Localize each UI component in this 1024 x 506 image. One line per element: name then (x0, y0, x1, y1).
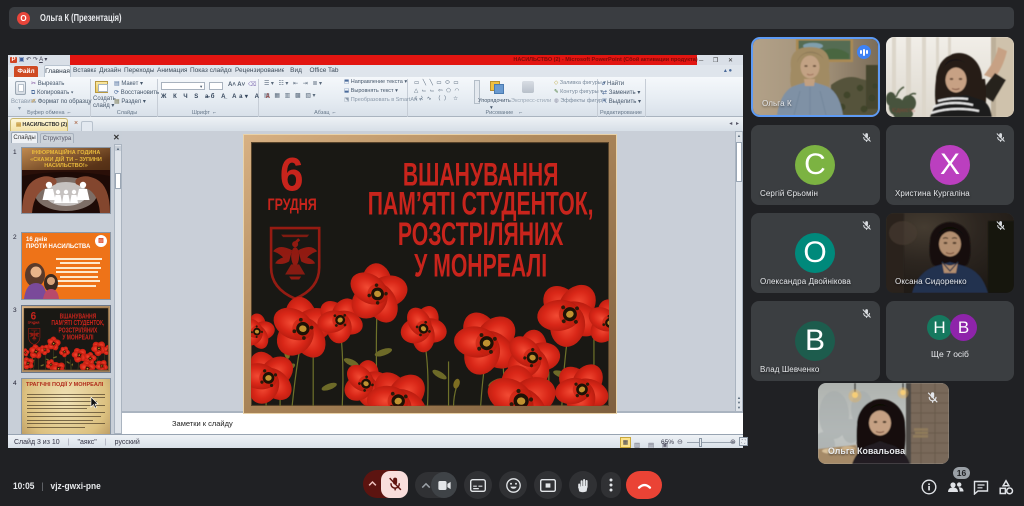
svg-text:Єдність: Єдність (892, 108, 916, 114)
